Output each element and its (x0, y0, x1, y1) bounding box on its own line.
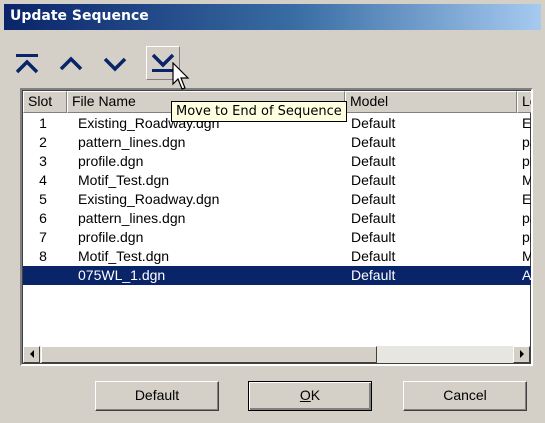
slot-cell: 2 (39, 134, 47, 150)
window-title: Update Sequence (10, 8, 149, 24)
log-cell: Exi (522, 191, 532, 207)
file-name-cell: Existing_Roadway.dgn (78, 191, 220, 207)
model-cell: Default (351, 229, 396, 245)
file-name-cell: Motif_Test.dgn (78, 172, 170, 188)
move-to-top-button[interactable] (10, 46, 44, 80)
scrollbar-thumb[interactable] (41, 346, 377, 363)
horizontal-scrollbar[interactable] (23, 346, 530, 363)
file-name-cell: profile.dgn (78, 229, 144, 245)
column-header-slot[interactable]: Slot (23, 91, 67, 113)
log-cell: pro (522, 229, 531, 245)
scroll-right-button[interactable] (513, 346, 530, 363)
log-cell: pat (522, 134, 531, 150)
file-name-cell: 075WL_1.dgn (78, 267, 166, 283)
column-header-model[interactable]: Model (345, 91, 517, 113)
move-up-button[interactable] (54, 46, 88, 80)
model-cell: Default (351, 191, 396, 207)
scroll-left-button[interactable] (23, 346, 40, 363)
file-name-cell: profile.dgn (78, 153, 144, 169)
table-row-selected[interactable]: 075WL_1.dgn Default Ac (23, 266, 532, 285)
ok-button[interactable]: OK (248, 381, 372, 411)
log-cell: Mo (522, 248, 533, 264)
update-sequence-dialog: Update Sequence Slot File Name Model L 1… (0, 0, 545, 423)
file-name-cell: pattern_lines.dgn (78, 210, 186, 226)
file-name-cell: pattern_lines.dgn (78, 134, 186, 150)
table-row[interactable]: 7 profile.dgn Default pro (23, 228, 531, 247)
model-cell: Default (351, 267, 396, 283)
move-down-icon (103, 57, 127, 72)
title-bar[interactable]: Update Sequence (4, 4, 541, 30)
ok-label-rest: K (310, 387, 321, 403)
model-cell: Default (351, 115, 396, 131)
model-cell: Default (351, 153, 396, 169)
log-cell: pro (522, 153, 531, 169)
table-row[interactable]: 5 Existing_Roadway.dgn Default Exi (23, 190, 532, 209)
move-to-top-icon (15, 54, 39, 74)
slot-cell: 3 (39, 153, 47, 169)
default-button[interactable]: Default (95, 381, 219, 411)
slot-cell: 4 (39, 172, 47, 188)
table-row[interactable]: 8 Motif_Test.dgn Default Mo (23, 247, 533, 266)
table-row[interactable]: 3 profile.dgn Default pro (23, 152, 531, 171)
mouse-cursor-icon (172, 62, 190, 90)
log-cell: Exi (522, 115, 532, 131)
arrow-right-icon (519, 350, 524, 358)
model-cell: Default (351, 210, 396, 226)
slot-cell: 5 (39, 191, 47, 207)
log-cell: pat (522, 210, 531, 226)
ok-label-mnemonic: O (299, 387, 311, 403)
arrow-left-icon (29, 350, 34, 358)
list-rows: 1 Existing_Roadway.dgn Default Exi 2 pat… (23, 114, 533, 285)
log-cell: Ac (522, 267, 532, 283)
move-down-button[interactable] (98, 46, 132, 80)
model-cell: Default (351, 134, 396, 150)
slot-cell: 7 (39, 229, 47, 245)
table-row[interactable]: 4 Motif_Test.dgn Default Mo (23, 171, 533, 190)
file-name-cell: Motif_Test.dgn (78, 248, 170, 264)
slot-cell: 1 (39, 115, 47, 131)
slot-cell: 8 (39, 248, 47, 264)
move-up-icon (59, 56, 83, 71)
log-cell: Mo (522, 172, 533, 188)
slot-cell: 6 (39, 210, 47, 226)
table-row[interactable]: 6 pattern_lines.dgn Default pat (23, 209, 531, 228)
model-cell: Default (351, 172, 396, 188)
model-cell: Default (351, 248, 396, 264)
table-row[interactable]: 2 pattern_lines.dgn Default pat (23, 133, 531, 152)
sequence-list[interactable]: Slot File Name Model Log 1 Existing_Road… (20, 88, 533, 366)
tooltip: Move to End of Sequence (171, 101, 347, 122)
cancel-button[interactable]: Cancel (403, 381, 527, 411)
column-header-log[interactable]: Log (517, 91, 531, 113)
